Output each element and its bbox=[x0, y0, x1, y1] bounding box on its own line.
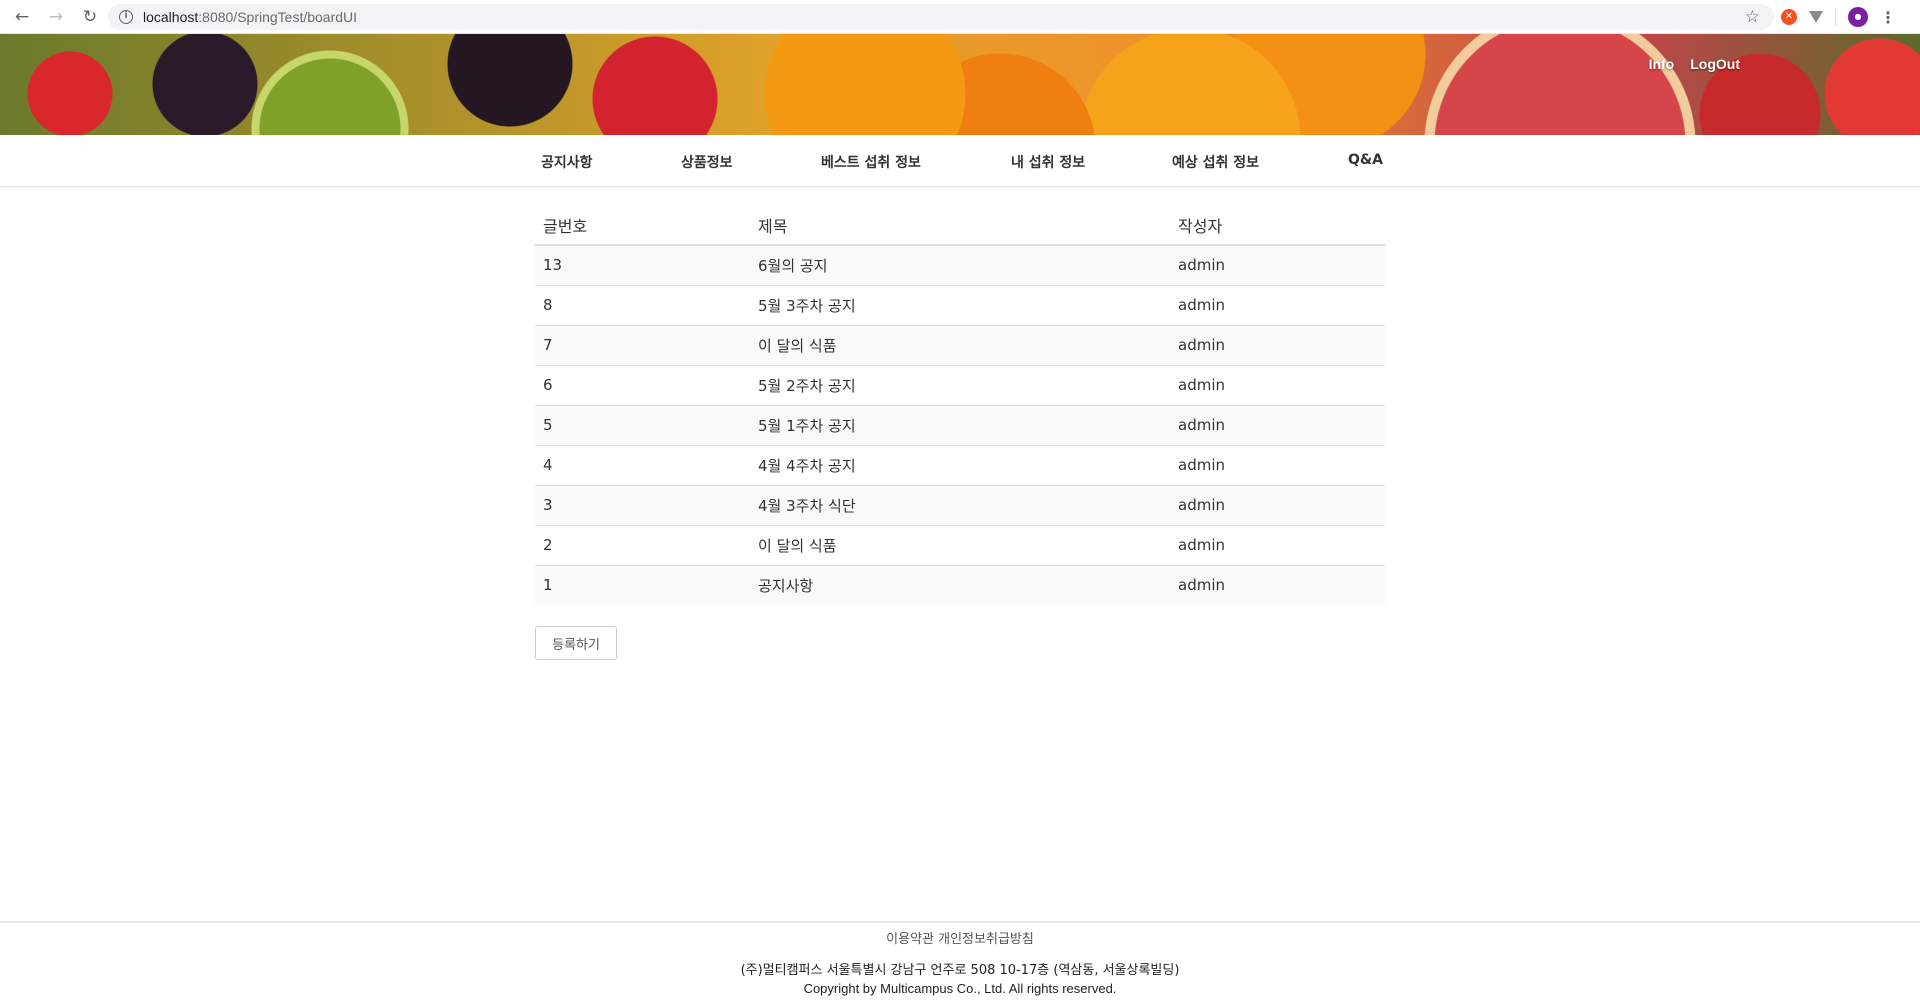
post-author: admin bbox=[1170, 324, 1385, 365]
post-author: admin bbox=[1170, 364, 1385, 405]
nav-item-qna[interactable]: Q&A bbox=[1348, 152, 1383, 168]
post-title-link[interactable]: 공지사항 bbox=[750, 564, 1170, 605]
post-number: 1 bbox=[535, 564, 750, 605]
board-table: 글번호 제목 작성자 13 6월의 공지 admin 8 5월 3주차 공지 a… bbox=[535, 205, 1385, 605]
post-number: 3 bbox=[535, 484, 750, 525]
post-title-link[interactable]: 5월 3주차 공지 bbox=[750, 284, 1170, 325]
table-row[interactable]: 8 5월 3주차 공지 admin bbox=[535, 284, 1385, 325]
table-row[interactable]: 1 공지사항 admin bbox=[535, 564, 1385, 605]
star-icon[interactable]: ☆ bbox=[1745, 7, 1760, 27]
nav-item-notice[interactable]: 공지사항 bbox=[541, 152, 593, 172]
column-header-title: 제목 bbox=[750, 205, 1170, 246]
extension-area: ✕ ● ⋮ bbox=[1775, 0, 1896, 34]
info-icon[interactable]: i bbox=[119, 10, 133, 24]
table-row[interactable]: 3 4월 3주차 식단 admin bbox=[535, 484, 1385, 525]
reload-icon[interactable]: ↻ bbox=[78, 5, 102, 29]
url-host: localhost bbox=[143, 9, 199, 25]
terms-link[interactable]: 이용약관 bbox=[886, 932, 934, 947]
table-row[interactable]: 4 4월 4주차 공지 admin bbox=[535, 444, 1385, 485]
company-address: (주)멀티캠퍼스 서울특별시 강남구 언주로 508 10-17층 (역삼동, … bbox=[740, 963, 1180, 978]
main-nav: 공지사항 상품정보 베스트 섭취 정보 내 섭취 정보 예상 섭취 정보 Q&A bbox=[0, 135, 1920, 187]
forward-arrow-icon[interactable]: → bbox=[44, 5, 68, 29]
post-author: admin bbox=[1170, 404, 1385, 445]
browser-toolbar: ← → ↻ i localhost:8080/SpringTest/boardU… bbox=[0, 0, 1920, 34]
url-text[interactable]: localhost:8080/SpringTest/boardUI bbox=[143, 9, 357, 25]
post-number: 6 bbox=[535, 364, 750, 405]
post-author: admin bbox=[1178, 256, 1225, 275]
post-title-link[interactable]: 이 달의 식품 bbox=[750, 324, 1170, 365]
table-row[interactable]: 2 이 달의 식품 admin bbox=[535, 524, 1385, 565]
post-title-link[interactable]: 4월 4주차 공지 bbox=[750, 444, 1170, 485]
extension-icon[interactable]: ✕ bbox=[1781, 9, 1797, 25]
post-title-link[interactable]: 6월의 공지 bbox=[750, 245, 1170, 285]
address-bar[interactable]: i localhost:8080/SpringTest/boardUI ☆ bbox=[108, 4, 1774, 30]
post-author: admin bbox=[1170, 484, 1385, 525]
footer-links: 이용약관 개인정보취급방침 bbox=[0, 928, 1920, 947]
post-title-link[interactable]: 4월 3주차 식단 bbox=[750, 484, 1170, 525]
menu-dots-icon[interactable]: ⋮ bbox=[1880, 8, 1896, 27]
post-title-link[interactable]: 이 달의 식품 bbox=[750, 524, 1170, 565]
post-number: 5 bbox=[535, 404, 750, 445]
copyright-text: Copyright by Multicampus Co., Ltd. All r… bbox=[803, 981, 1117, 996]
table-row[interactable]: 13 6월의 공지 admin bbox=[535, 245, 1385, 285]
post-number: 8 bbox=[535, 284, 750, 325]
column-header-author: 작성자 bbox=[1170, 205, 1385, 246]
nav-item-best-intake[interactable]: 베스트 섭취 정보 bbox=[821, 152, 921, 172]
filter-extension-icon[interactable] bbox=[1809, 11, 1823, 23]
post-author: admin bbox=[1170, 444, 1385, 485]
post-number: 4 bbox=[535, 444, 750, 485]
nav-item-expected-intake[interactable]: 예상 섭취 정보 bbox=[1172, 152, 1259, 172]
table-row[interactable]: 5 5월 1주차 공지 admin bbox=[535, 404, 1385, 445]
privacy-policy-link[interactable]: 개인정보취급방침 bbox=[938, 932, 1034, 947]
post-author: admin bbox=[1170, 564, 1385, 605]
table-row[interactable]: 6 5월 2주차 공지 admin bbox=[535, 364, 1385, 405]
table-row[interactable]: 7 이 달의 식품 admin bbox=[535, 324, 1385, 365]
logout-link[interactable]: LogOut bbox=[1690, 56, 1740, 72]
post-title-link[interactable]: 5월 1주차 공지 bbox=[750, 404, 1170, 445]
footer: 이용약관 개인정보취급방침 (주)멀티캠퍼스 서울특별시 강남구 언주로 508… bbox=[0, 921, 1920, 1004]
register-button[interactable]: 등록하기 bbox=[535, 626, 617, 660]
info-link[interactable]: Info bbox=[1649, 56, 1675, 72]
post-number: 13 bbox=[543, 256, 563, 275]
nav-item-my-intake[interactable]: 내 섭취 정보 bbox=[1011, 152, 1085, 172]
back-arrow-icon[interactable]: ← bbox=[10, 5, 34, 29]
column-header-number: 글번호 bbox=[535, 205, 750, 246]
url-path: :8080/SpringTest/boardUI bbox=[198, 9, 358, 25]
nav-item-product-info[interactable]: 상품정보 bbox=[681, 152, 733, 172]
post-author: admin bbox=[1170, 284, 1385, 325]
post-author: admin bbox=[1170, 524, 1385, 565]
post-number: 2 bbox=[535, 524, 750, 565]
post-title-link[interactable]: 5월 2주차 공지 bbox=[750, 364, 1170, 405]
header-banner: Info LogOut bbox=[0, 34, 1920, 135]
table-header-row: 글번호 제목 작성자 bbox=[535, 205, 1385, 246]
header-links: Info LogOut bbox=[1649, 56, 1740, 72]
post-number: 7 bbox=[535, 324, 750, 365]
profile-avatar-icon[interactable]: ● bbox=[1848, 7, 1868, 27]
toolbar-divider bbox=[1835, 8, 1836, 26]
